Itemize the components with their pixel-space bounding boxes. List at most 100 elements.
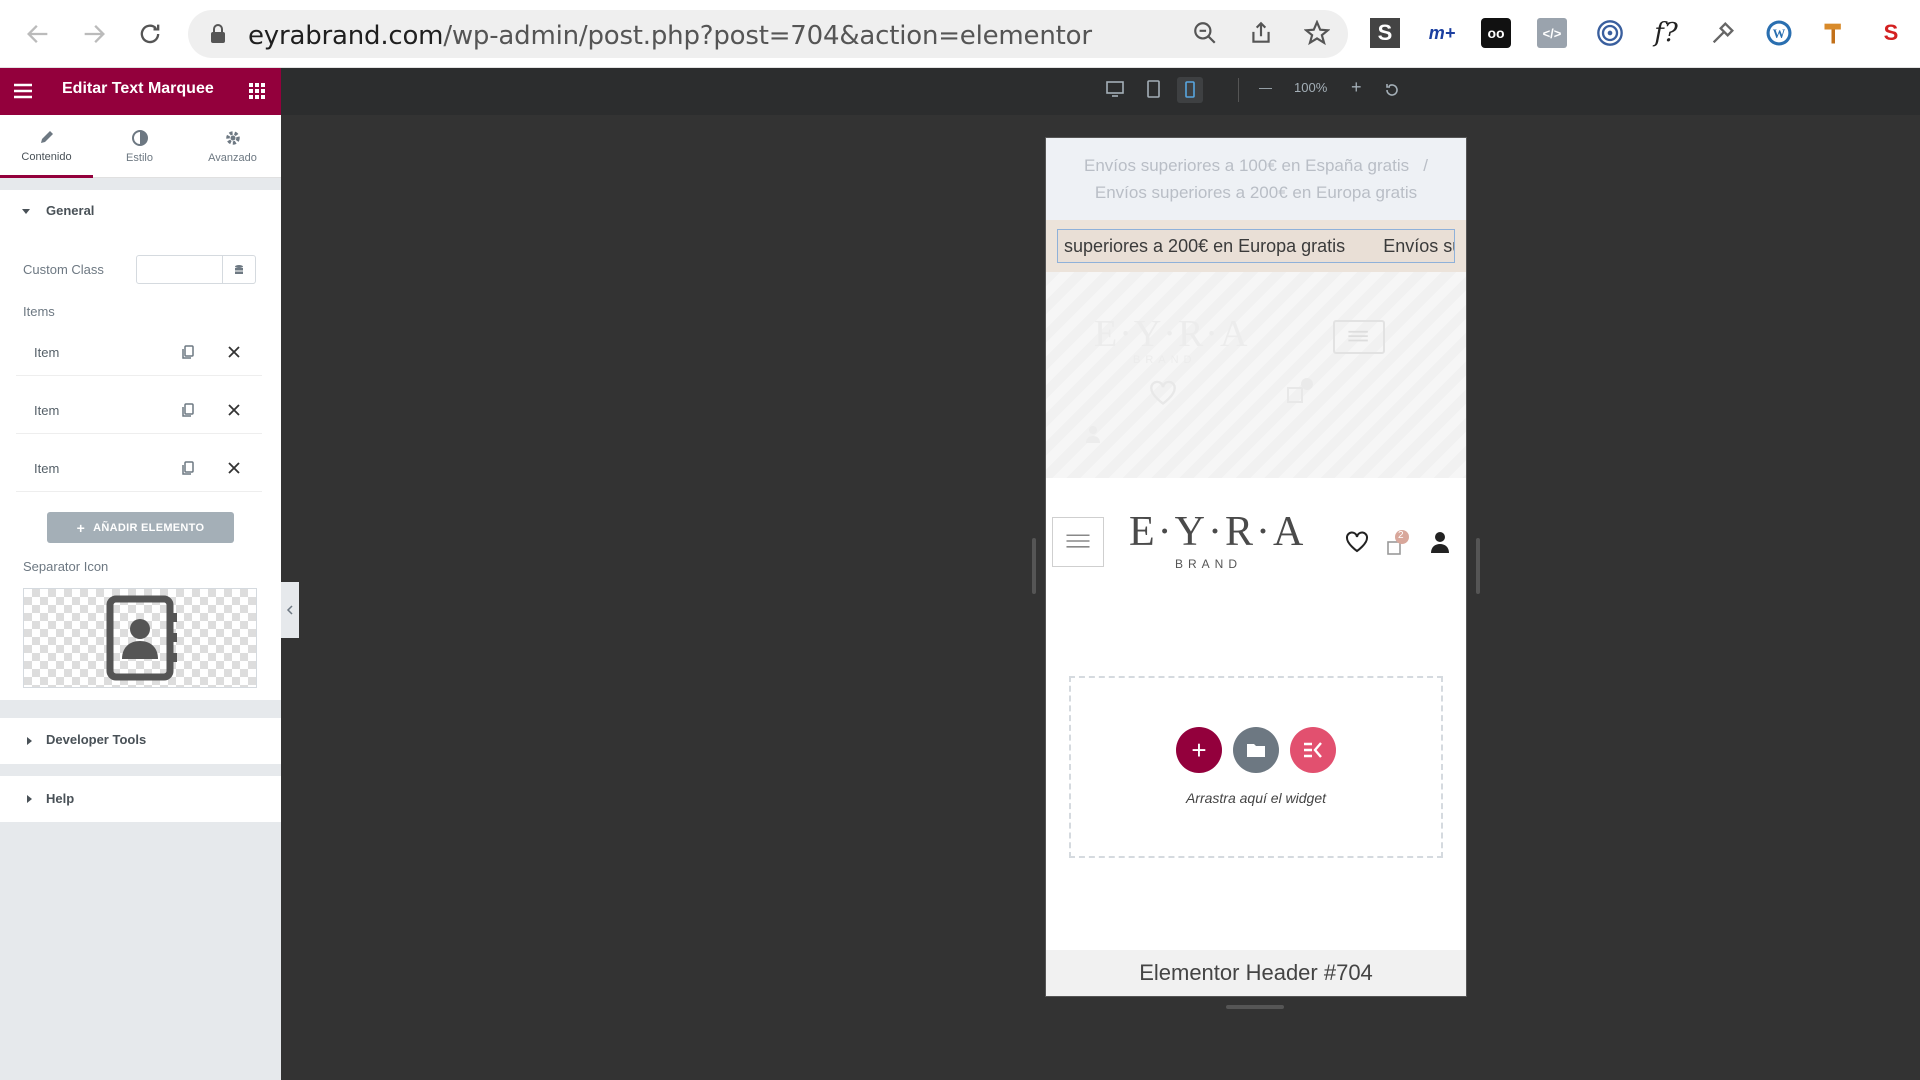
pencil-icon (40, 130, 53, 143)
ghost-heart-icon (1149, 380, 1177, 406)
general-section-title[interactable]: General (46, 203, 94, 218)
item-title: Item (34, 345, 60, 360)
marquee-text: superiores a 200€ en Europa gratis (1064, 236, 1346, 256)
envato-kit-button[interactable] (1290, 727, 1336, 773)
close-icon[interactable] (226, 402, 242, 418)
repeater-item[interactable]: Item (16, 446, 262, 492)
ghost-user-icon (1084, 424, 1102, 444)
mobile-icon[interactable] (1177, 77, 1203, 103)
duplicate-icon[interactable] (180, 344, 196, 360)
help-section[interactable] (0, 776, 281, 822)
forward-icon[interactable] (76, 16, 112, 52)
zoom-level: 100% (1294, 80, 1328, 95)
extension-hammer-icon[interactable] (1818, 16, 1852, 50)
widgets-grid-icon[interactable] (247, 81, 267, 101)
hamburger-icon[interactable] (12, 80, 34, 102)
icon-picker[interactable] (23, 588, 257, 688)
resize-handle-bottom[interactable] (1226, 1005, 1284, 1009)
add-template-button[interactable] (1233, 727, 1279, 773)
back-icon[interactable] (20, 16, 56, 52)
close-icon[interactable] (226, 344, 242, 360)
add-item-label: AÑADIR ELEMENTO (93, 521, 205, 534)
tab-contenido[interactable]: Contenido (0, 115, 93, 178)
announcement-bar: Envíos superiores a 100€ en España grati… (1046, 138, 1466, 220)
menu-button[interactable] (1052, 517, 1104, 567)
custom-class-input[interactable] (136, 255, 223, 284)
text-marquee-widget[interactable]: superiores a 200€ en Europa gratis Envíos… (1057, 229, 1455, 263)
plus-icon: + (1191, 735, 1207, 765)
site-logo-sub: BRAND (1175, 557, 1243, 571)
close-icon[interactable] (226, 460, 242, 476)
custom-class-label: Custom Class (23, 262, 104, 277)
tab-label: Contenido (21, 150, 72, 163)
repeater-item[interactable]: Item (16, 330, 262, 376)
address-book-icon (106, 595, 177, 681)
extension-seo-icon[interactable]: S (1874, 16, 1908, 50)
caret-down-icon[interactable] (20, 204, 32, 216)
url-text[interactable]: eyrabrand.com/wp-admin/post.php?post=704… (248, 21, 1092, 51)
tab-avanzado[interactable]: Avanzado (186, 115, 279, 178)
cart-count-badge: 2 (1398, 530, 1404, 541)
duplicate-icon[interactable] (180, 460, 196, 476)
plus-icon: + (76, 519, 86, 536)
panel-title: Editar Text Marquee (62, 80, 214, 97)
dynamic-tags-icon[interactable] (222, 255, 256, 284)
resize-handle-right[interactable] (1476, 538, 1480, 594)
tab-estilo[interactable]: Estilo (93, 115, 186, 178)
tablet-icon[interactable] (1142, 79, 1164, 99)
items-label: Items (23, 304, 55, 319)
sticky-header-ghost (1046, 272, 1466, 478)
chevron-left-icon (286, 605, 293, 615)
developer-tools-title[interactable]: Developer Tools (46, 732, 146, 747)
caret-right-icon (24, 734, 34, 746)
extension-code-icon[interactable]: </> (1537, 18, 1567, 48)
site-logo[interactable]: E·Y·R·A (1129, 508, 1306, 556)
extension-eyedropper-icon[interactable] (1706, 16, 1740, 50)
lock-icon[interactable] (210, 24, 226, 44)
share-icon[interactable] (1244, 16, 1278, 50)
toolbar-divider (1238, 78, 1239, 102)
responsive-bar (281, 68, 1920, 115)
svg-text:W: W (1773, 27, 1786, 41)
zoom-out-icon[interactable]: — (1259, 80, 1272, 95)
desktop-icon[interactable] (1104, 79, 1126, 99)
extension-movistar-icon[interactable]: m+ (1425, 16, 1459, 50)
collapse-panel-handle[interactable] (281, 582, 299, 638)
hamburger-icon (1066, 534, 1090, 548)
ghost-menu-button (1333, 320, 1385, 354)
repeater-item[interactable]: Item (16, 388, 262, 434)
item-title: Item (34, 461, 60, 476)
extension-oo-icon[interactable]: oo (1481, 18, 1511, 48)
extension-s-icon[interactable]: S (1370, 18, 1400, 48)
add-section-button[interactable]: + (1176, 727, 1222, 773)
zoom-icon[interactable] (1188, 16, 1222, 50)
dropzone-text: Arrastra aquí el widget (1185, 790, 1327, 806)
reload-icon[interactable] (132, 16, 168, 52)
extension-font-icon[interactable]: f? (1649, 16, 1683, 50)
duplicate-icon[interactable] (180, 402, 196, 418)
shopping-bag-icon[interactable]: 2 (1385, 530, 1413, 556)
hamburger-icon (1348, 330, 1368, 342)
zoom-in-icon[interactable]: + (1351, 77, 1362, 98)
heart-icon[interactable] (1345, 531, 1369, 553)
tab-label: Estilo (126, 152, 153, 164)
tab-label: Avanzado (208, 152, 257, 164)
user-icon[interactable] (1430, 530, 1450, 554)
announce-line-1: Envíos superiores a 100€ en España grati… (1084, 156, 1410, 175)
caret-right-icon (24, 792, 34, 804)
help-title[interactable]: Help (46, 791, 74, 806)
extension-wordpress-icon[interactable]: W (1762, 16, 1796, 50)
item-title: Item (34, 403, 60, 418)
ghost-bag-icon (1285, 378, 1315, 406)
announce-line-2: Envíos superiores a 200€ en Europa grati… (1094, 183, 1418, 202)
add-item-button[interactable]: + AÑADIR ELEMENTO (47, 512, 234, 543)
ghost-logo: E·Y·R·A (1094, 313, 1250, 355)
folder-icon (1247, 744, 1265, 757)
reset-zoom-icon[interactable] (1384, 82, 1400, 98)
star-icon[interactable] (1300, 16, 1334, 50)
kit-library-icon (1304, 742, 1322, 758)
resize-handle-left[interactable] (1032, 538, 1036, 594)
announce-separator: / (1423, 156, 1428, 175)
ghost-logo-sub: BRAND (1133, 354, 1197, 366)
extension-target-icon[interactable] (1593, 16, 1627, 50)
